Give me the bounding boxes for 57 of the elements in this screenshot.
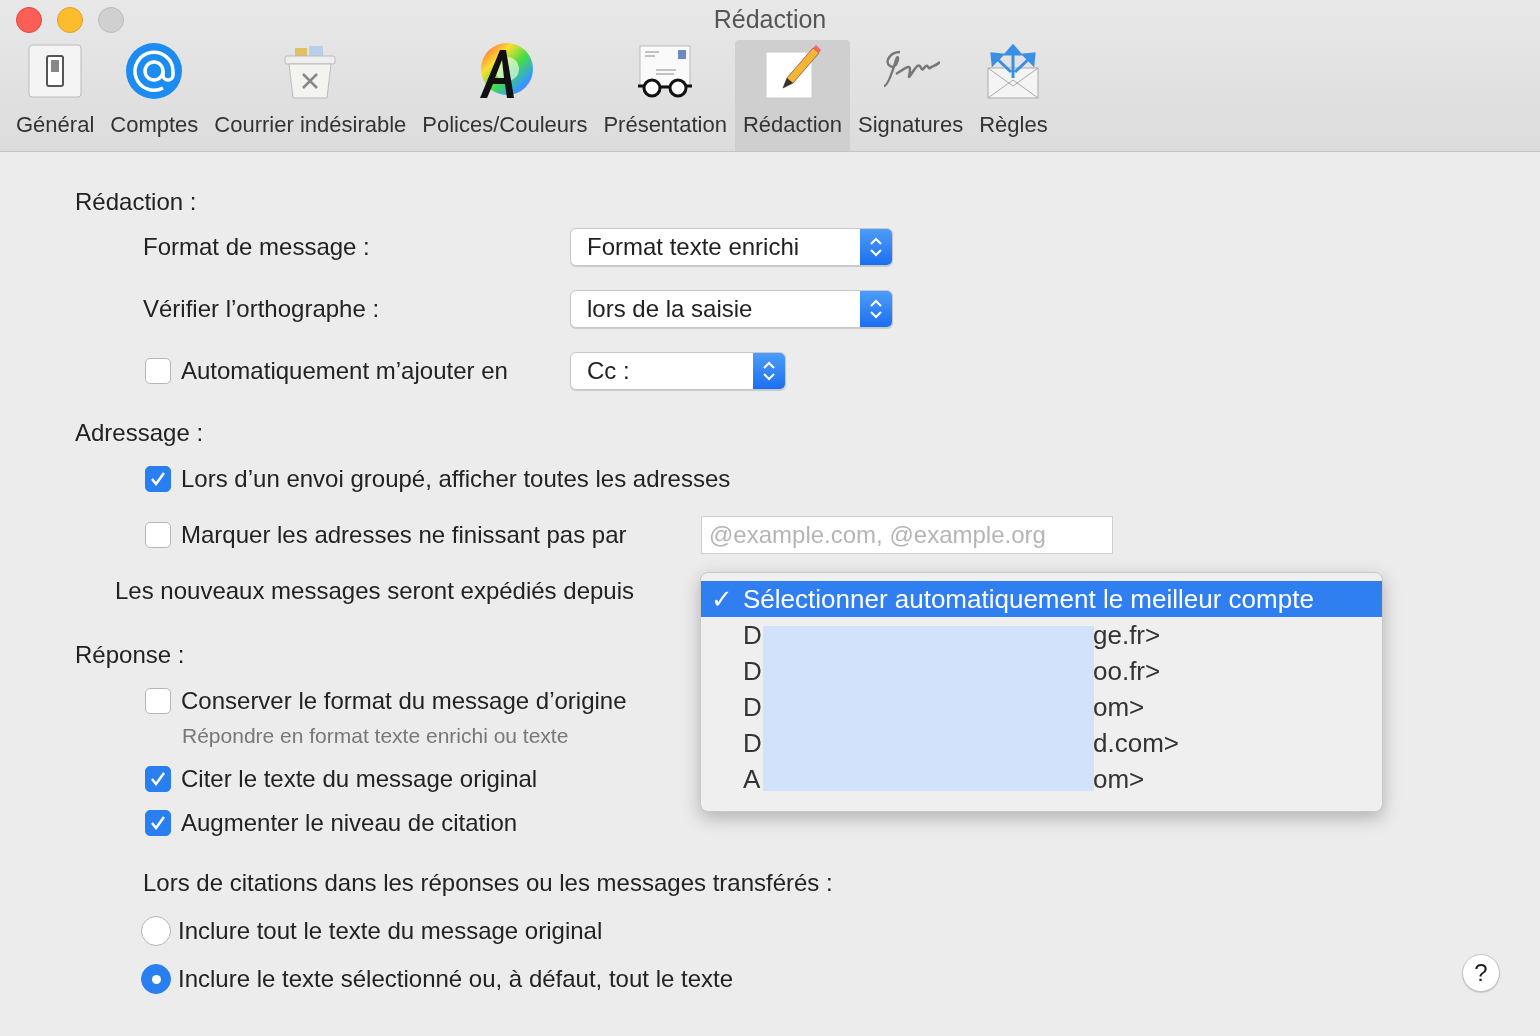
field-label: Les nouveaux messages seront expédiés depuis [115, 576, 634, 606]
zoom-button[interactable] [98, 7, 124, 33]
menu-item-text[interactable]: D [743, 727, 762, 758]
light-switch-icon [26, 42, 85, 100]
field-label: Lors de citations dans les réponses ou les messages transférés : [143, 868, 833, 898]
letter-glasses-icon [636, 42, 695, 100]
checkbox-label: Augmenter le niveau de citation [181, 808, 518, 838]
menu-item-text[interactable]: D [743, 655, 762, 686]
toolbar-tab[interactable]: Rédaction [734, 39, 850, 151]
checkmark-icon [149, 814, 167, 832]
checkbox-label: Conserver le format du message d’origine [181, 686, 627, 716]
toolbar-tab[interactable]: Général [8, 39, 103, 151]
radio-button[interactable] [141, 964, 171, 994]
toolbar-tab[interactable]: Règles [971, 39, 1056, 151]
checkbox-label: Lors d’un envoi groupé, afficher toutes les adresses [181, 464, 731, 494]
checkbox-label: Marquer les adresses ne finissant pas par [181, 520, 628, 550]
radio-button[interactable] [141, 916, 171, 946]
menu-item-text[interactable]: D [743, 691, 762, 722]
checkbox-label: Citer le texte du message original [181, 764, 538, 794]
field-label: Format de message : [143, 232, 371, 262]
toolbar-tab[interactable]: Signatures [850, 39, 972, 151]
popup-button[interactable]: lors de la saisie [570, 290, 893, 328]
toolbar-tab[interactable]: Polices/Couleurs [414, 39, 596, 151]
checkmark-icon [149, 770, 167, 788]
toolbar-tab[interactable]: Courrier indésirable [206, 39, 415, 151]
field-label: Vérifier l’orthographe : [143, 294, 381, 324]
checkmark-icon [149, 470, 167, 488]
radio-label: Inclure tout le texte du message original [178, 916, 603, 946]
menu-item-text[interactable]: D [743, 619, 762, 650]
stepper-arrows-icon [753, 353, 785, 389]
section-heading: Réponse : [75, 640, 185, 670]
section-heading: Adressage : [75, 418, 204, 448]
checkmark: ✓ [711, 582, 733, 616]
stepper-arrows-icon [860, 291, 892, 327]
option-hint: Répondre en format texte enrichi ou texte [182, 723, 570, 749]
stepper-arrows-icon [860, 229, 892, 265]
toolbar-tab[interactable]: Présentation [595, 39, 735, 151]
popup-button[interactable]: Cc : [570, 352, 786, 390]
help-button[interactable]: ? [1462, 954, 1500, 992]
checkbox[interactable] [145, 688, 171, 714]
radio-label: Inclure le texte sélectionné ou, à défaut, tout le texte [178, 964, 734, 994]
minimize-button[interactable] [57, 7, 83, 33]
checkbox[interactable] [145, 522, 171, 548]
menu-item-text[interactable]: A [743, 763, 761, 794]
checkbox[interactable] [145, 810, 171, 836]
close-button[interactable] [16, 7, 42, 33]
checkbox[interactable] [145, 766, 171, 792]
checkbox[interactable] [145, 466, 171, 492]
window-title: Rédaction [713, 4, 827, 36]
popup-button[interactable]: Format texte enrichi [570, 228, 893, 266]
at-sign-icon [125, 42, 184, 100]
checkbox[interactable] [145, 358, 171, 384]
paper-pencil-icon [763, 42, 822, 100]
checkbox-label: Automatiquement m’ajouter en [181, 356, 509, 386]
domain-field[interactable]: @example.com, @example.org [701, 516, 1113, 554]
toolbar-tab[interactable]: Comptes [102, 39, 207, 151]
section-heading: Rédaction : [75, 187, 197, 217]
